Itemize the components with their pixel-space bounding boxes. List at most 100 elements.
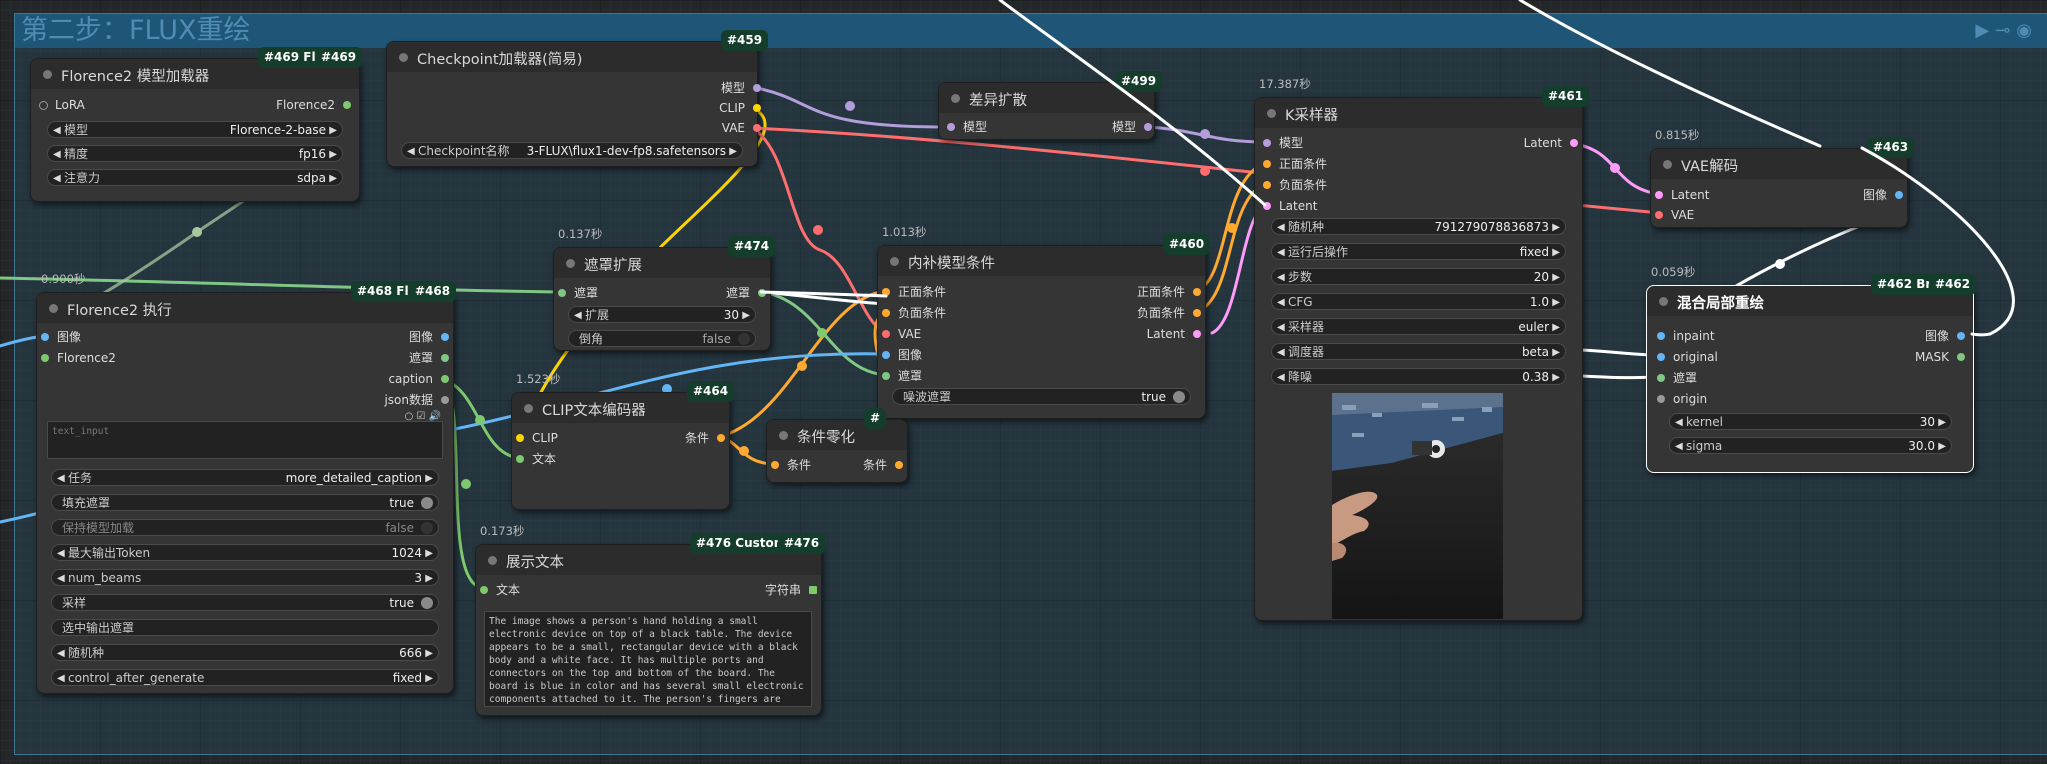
slot-dot-icon[interactable]: [753, 104, 761, 112]
widget-steps[interactable]: ◀ 步数 20 ▶: [1271, 268, 1566, 285]
arrow-left-icon[interactable]: ◀: [53, 122, 61, 139]
collapse-dot-icon[interactable]: [951, 94, 960, 103]
input-florence2[interactable]: Florence2: [41, 350, 116, 366]
output-conditioning[interactable]: 条件: [685, 430, 725, 446]
text-input[interactable]: text_input: [47, 421, 443, 459]
slot-dot-icon[interactable]: [441, 354, 449, 362]
play-icon[interactable]: ▶: [1975, 20, 1995, 41]
widget-expand[interactable]: ◀ 扩展 30 ▶: [568, 306, 756, 323]
input-latent[interactable]: Latent: [1655, 187, 1709, 203]
slot-dot-icon[interactable]: [480, 586, 488, 594]
input-positive[interactable]: 正面条件: [1263, 156, 1327, 172]
widget-cfg[interactable]: ◀ CFG 1.0 ▶: [1271, 293, 1566, 310]
input-negative[interactable]: 负面条件: [1263, 177, 1327, 193]
arrow-right-icon[interactable]: ▶: [1938, 438, 1946, 455]
input-mask[interactable]: 遮罩: [882, 368, 922, 384]
toggle-knob-icon[interactable]: [421, 597, 433, 609]
output-string[interactable]: 字符串: [765, 582, 817, 598]
input-vae[interactable]: VAE: [882, 326, 921, 342]
slot-dot-icon[interactable]: [1263, 202, 1271, 210]
widget-tapered-corners[interactable]: 倒角 false: [568, 330, 756, 347]
slot-dot-icon[interactable]: [1657, 374, 1665, 382]
eye-icon[interactable]: ◉: [2016, 20, 2038, 41]
slot-dot-icon[interactable]: [1263, 139, 1271, 147]
slot-dot-icon[interactable]: [39, 101, 48, 110]
toggle-knob-icon[interactable]: [738, 333, 750, 345]
input-clip[interactable]: CLIP: [516, 430, 558, 446]
node-blend-inpaint[interactable]: 0.059秒 #462 Bru #462 混合局部重绘 inpaint orig…: [1646, 265, 1977, 473]
widget-sigma[interactable]: ◀ sigma 30.0 ▶: [1669, 437, 1952, 454]
collapse-dot-icon[interactable]: [524, 404, 533, 413]
slot-dot-icon[interactable]: [882, 288, 890, 296]
preview-image[interactable]: [1332, 393, 1503, 619]
input-mask[interactable]: 遮罩: [558, 285, 598, 301]
output-image[interactable]: 图像: [1863, 187, 1903, 203]
input-image[interactable]: 图像: [41, 329, 81, 345]
output-vae[interactable]: VAE: [722, 120, 761, 136]
slot-dot-icon[interactable]: [441, 396, 449, 404]
node-title-bar[interactable]: Checkpoint加载器(简易): [387, 42, 757, 72]
arrow-right-icon[interactable]: ▶: [425, 545, 433, 562]
slot-dot-icon[interactable]: [343, 101, 351, 109]
input-inpaint[interactable]: inpaint: [1657, 328, 1715, 344]
arrow-right-icon[interactable]: ▶: [425, 645, 433, 662]
slot-dot-icon[interactable]: [753, 124, 761, 132]
slot-dot-icon[interactable]: [1657, 395, 1665, 403]
collapse-dot-icon[interactable]: [49, 304, 58, 313]
slot-dot-icon[interactable]: [1193, 288, 1201, 296]
widget-max-tokens[interactable]: ◀ 最大输出Token 1024 ▶: [51, 544, 439, 561]
input-model[interactable]: 模型: [947, 119, 987, 135]
input-conditioning[interactable]: 条件: [771, 457, 811, 473]
slot-dot-icon[interactable]: [41, 354, 49, 362]
arrow-right-icon[interactable]: ▶: [742, 307, 750, 324]
input-positive[interactable]: 正面条件: [882, 284, 946, 300]
input-lora[interactable]: LoRA: [39, 97, 85, 113]
node-title-bar[interactable]: K采样器: [1255, 98, 1582, 128]
slot-dot-icon[interactable]: [1957, 353, 1965, 361]
output-caption[interactable]: caption: [388, 371, 449, 387]
widget-attention[interactable]: ◀ 注意力 sdpa ▶: [47, 169, 343, 186]
arrow-right-icon[interactable]: ▶: [1552, 269, 1560, 286]
arrow-right-icon[interactable]: ▶: [1552, 244, 1560, 261]
arrow-left-icon[interactable]: ◀: [574, 307, 582, 324]
slot-dot-icon[interactable]: [1895, 191, 1903, 199]
arrow-left-icon[interactable]: ◀: [57, 670, 65, 687]
arrow-left-icon[interactable]: ◀: [1277, 319, 1285, 336]
input-original[interactable]: original: [1657, 349, 1718, 365]
widget-model[interactable]: ◀ 模型 Florence-2-base ▶: [47, 121, 343, 138]
arrow-right-icon[interactable]: ▶: [329, 146, 337, 163]
arrow-left-icon[interactable]: ◀: [1277, 269, 1285, 286]
arrow-right-icon[interactable]: ▶: [1552, 344, 1560, 361]
output-model[interactable]: 模型: [721, 80, 761, 96]
slot-dot-icon[interactable]: [1263, 181, 1271, 189]
input-mask[interactable]: 遮罩: [1657, 370, 1697, 386]
output-latent[interactable]: Latent: [1147, 326, 1201, 342]
slot-dot-icon[interactable]: [882, 372, 890, 380]
input-latent[interactable]: Latent: [1263, 198, 1317, 214]
text-display[interactable]: The image shows a person's hand holding …: [484, 611, 812, 707]
output-latent[interactable]: Latent: [1524, 135, 1578, 151]
output-negative[interactable]: 负面条件: [1137, 305, 1201, 321]
input-origin[interactable]: origin: [1657, 391, 1707, 407]
collapse-dot-icon[interactable]: [399, 53, 408, 62]
arrow-left-icon[interactable]: ◀: [57, 545, 65, 562]
arrow-left-icon[interactable]: ◀: [53, 170, 61, 187]
output-image[interactable]: 图像: [409, 329, 449, 345]
widget-checkpoint-name[interactable]: ◀ Checkpoint名称 3-FLUX\flux1-dev-fp8.safete…: [401, 142, 743, 159]
widget-task[interactable]: ◀ 任务 more_detailed_caption ▶: [51, 469, 439, 486]
slot-dot-icon[interactable]: [717, 434, 725, 442]
node-title-bar[interactable]: 内补模型条件: [878, 246, 1205, 276]
output-clip[interactable]: CLIP: [719, 100, 761, 116]
output-mask[interactable]: MASK: [1915, 349, 1965, 365]
node-show-text[interactable]: 0.173秒 #476 Custom-S #476 展示文本 文本 字符串 Th…: [475, 524, 826, 716]
slot-dot-icon[interactable]: [895, 461, 903, 469]
slot-dot-icon[interactable]: [1655, 211, 1663, 219]
node-florence2-run[interactable]: 0.900秒 #468 Flor #468 Florence2 执行 图像 Fl…: [36, 272, 457, 694]
output-json[interactable]: json数据: [384, 392, 449, 408]
node-vae-decode[interactable]: 0.815秒 #463 VAE解码 Latent VAE 图像: [1650, 128, 1915, 228]
arrow-left-icon[interactable]: ◀: [1277, 294, 1285, 311]
widget-scheduler[interactable]: ◀ 调度器 beta ▶: [1271, 343, 1566, 360]
slot-dot-icon[interactable]: [41, 333, 49, 341]
toggle-knob-icon[interactable]: [421, 497, 433, 509]
arrow-right-icon[interactable]: ▶: [1938, 414, 1946, 431]
